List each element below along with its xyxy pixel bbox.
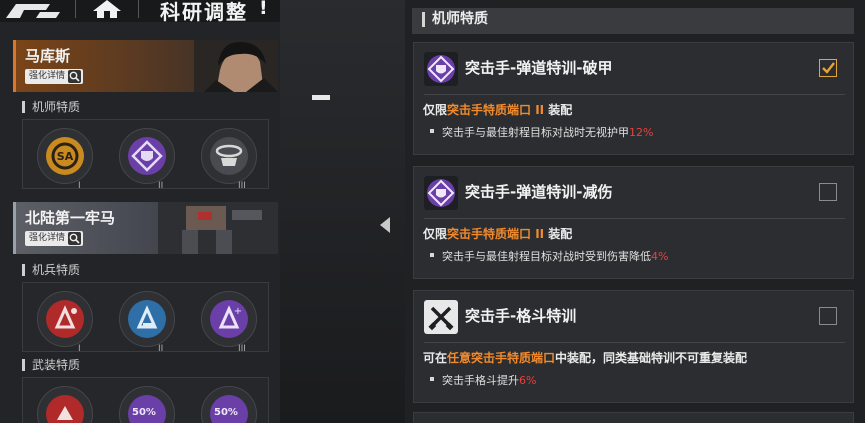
svg-text:SA: SA: [57, 150, 74, 163]
trait-card-4-partial[interactable]: [413, 412, 854, 423]
trait-card-head: 突击手-弹道特训-减伤: [414, 167, 853, 215]
slot-roman: I: [78, 181, 81, 191]
req-prefix: 可在: [423, 351, 448, 365]
slot-roman: II: [158, 181, 164, 191]
top-divider: [138, 0, 139, 18]
pilot-trait-slots: SA I II III: [22, 119, 269, 191]
req-suffix: 装配: [544, 103, 573, 117]
trait-effect: 突击手与最佳射程目标对战时无视护甲12%: [430, 124, 653, 140]
mech-card[interactable]: 北陆第一牢马 强化详情: [13, 202, 278, 254]
pilot-card[interactable]: 马库斯 强化详情: [13, 40, 278, 92]
crossed-blades-icon: [424, 300, 458, 334]
collapse-arrow-icon[interactable]: [380, 217, 390, 233]
card-divider: [424, 218, 845, 219]
slot-roman: II: [158, 344, 164, 354]
mech-traits-label: 机兵特质: [22, 264, 80, 276]
trait-requirement: 仅限突击手特质端口 II 装配: [423, 101, 572, 118]
trait-checkbox[interactable]: [819, 59, 837, 77]
effect-value: 4%: [651, 250, 669, 263]
trait-title: 突击手-格斗特训: [465, 307, 577, 325]
card-divider: [424, 342, 845, 343]
top-bar: 科研调整 !: [0, 0, 280, 24]
pilot-trait-slot-2[interactable]: II: [119, 128, 175, 191]
ring-figure-icon: [210, 137, 248, 175]
weapon-red-icon: [46, 395, 84, 423]
pilot-detail-button[interactable]: 强化详情: [25, 69, 84, 84]
effect-value: 12%: [629, 126, 654, 139]
trait-list-title: 机师特质: [422, 12, 488, 27]
checkmark-icon: [822, 62, 835, 74]
req-port: 突击手特质端口 II: [447, 227, 545, 241]
mech-purple-icon: +: [210, 300, 248, 338]
trait-card-2[interactable]: 突击手-弹道特训-减伤 仅限突击手特质端口 II 装配 突击手与最佳射程目标对战…: [413, 166, 854, 279]
trait-checkbox[interactable]: [819, 307, 837, 325]
req-port: 突击手特质端口 II: [447, 103, 545, 117]
trait-requirement: 仅限突击手特质端口 II 装配: [423, 225, 572, 242]
hangar-background: [280, 0, 405, 423]
home-icon[interactable]: [93, 0, 121, 18]
slot-roman: I: [78, 344, 81, 354]
pilot-traits-label: 机师特质: [22, 101, 80, 113]
mech-trait-slot-2[interactable]: II: [119, 291, 175, 354]
weapon-trait-slot-3[interactable]: 50%: [201, 386, 257, 423]
sa-crosshair-icon: SA: [46, 137, 84, 175]
pilot-name: 马库斯: [25, 47, 71, 65]
mech-trait-slot-3[interactable]: + III: [201, 291, 257, 354]
req-suffix: 装配: [544, 227, 573, 241]
ceiling-lamp: [312, 95, 330, 100]
mech-trait-slots: I II + III: [22, 282, 269, 354]
slot-roman: III: [238, 181, 246, 191]
req-suffix: 中装配，同类基础特训不可重复装配: [555, 351, 748, 365]
effect-text: 突击手格斗提升: [442, 374, 519, 387]
slot-roman: III: [238, 344, 246, 354]
mech-trait-slot-1[interactable]: I: [37, 291, 93, 354]
ballistic-shield-icon: [424, 176, 458, 210]
weapon-traits-label: 武装特质: [22, 359, 80, 371]
ballistic-shield-icon: [424, 52, 458, 86]
req-port: 任意突击手特质端口: [447, 351, 556, 365]
trait-card-head: 突击手-弹道特训-破甲: [414, 43, 853, 91]
pilot-portrait: [194, 40, 278, 92]
effect-value: 6%: [519, 374, 537, 387]
detail-button-label: 强化详情: [29, 233, 66, 243]
weapon-trait-slots: 50% 50%: [22, 377, 269, 423]
weapon-slot-label: 50%: [132, 407, 156, 418]
mech-blue-icon: [128, 300, 166, 338]
weapon-trait-slot-1[interactable]: [37, 386, 93, 423]
trait-list-header: 机师特质: [412, 8, 854, 34]
trait-title: 突击手-弹道特训-减伤: [465, 183, 613, 201]
trait-checkbox[interactable]: [819, 183, 837, 201]
weapon-trait-slot-2[interactable]: 50%: [119, 386, 175, 423]
trait-card-3[interactable]: 突击手-格斗特训 可在任意突击手特质端口中装配，同类基础特训不可重复装配 突击手…: [413, 290, 854, 403]
game-logo-icon: [6, 4, 60, 18]
mech-name: 北陆第一牢马: [25, 209, 116, 227]
effect-text: 突击手与最佳射程目标对战时受到伤害降低: [442, 250, 651, 263]
trait-requirement: 可在任意突击手特质端口中装配，同类基础特训不可重复装配: [423, 349, 747, 366]
detail-button-label: 强化详情: [29, 71, 66, 81]
trait-title: 突击手-弹道特训-破甲: [465, 59, 613, 77]
magnifier-icon: [68, 232, 82, 245]
req-prefix: 仅限: [423, 227, 448, 241]
pilot-trait-slot-1[interactable]: SA I: [37, 128, 93, 191]
trait-card-head: 突击手-格斗特训: [414, 291, 853, 339]
card-divider: [424, 94, 845, 95]
pilot-trait-slot-3[interactable]: III: [201, 128, 257, 191]
trait-effect: 突击手格斗提升6%: [430, 372, 536, 388]
effect-text: 突击手与最佳射程目标对战时无视护甲: [442, 126, 629, 139]
weapon-slot-label: 50%: [214, 407, 238, 418]
mech-portrait: [158, 202, 278, 254]
shield-diamond-icon: [128, 137, 166, 175]
svg-text:+: +: [234, 306, 242, 317]
alert-mark[interactable]: !: [259, 0, 269, 19]
mech-red-icon: [46, 300, 84, 338]
req-prefix: 仅限: [423, 103, 448, 117]
trait-card-1[interactable]: 突击手-弹道特训-破甲 仅限突击手特质端口 II 装配 突击手与最佳射程目标对战…: [413, 42, 854, 155]
trait-effect: 突击手与最佳射程目标对战时受到伤害降低4%: [430, 248, 668, 264]
top-divider: [75, 0, 76, 18]
mech-detail-button[interactable]: 强化详情: [25, 231, 84, 246]
magnifier-icon: [68, 70, 82, 83]
